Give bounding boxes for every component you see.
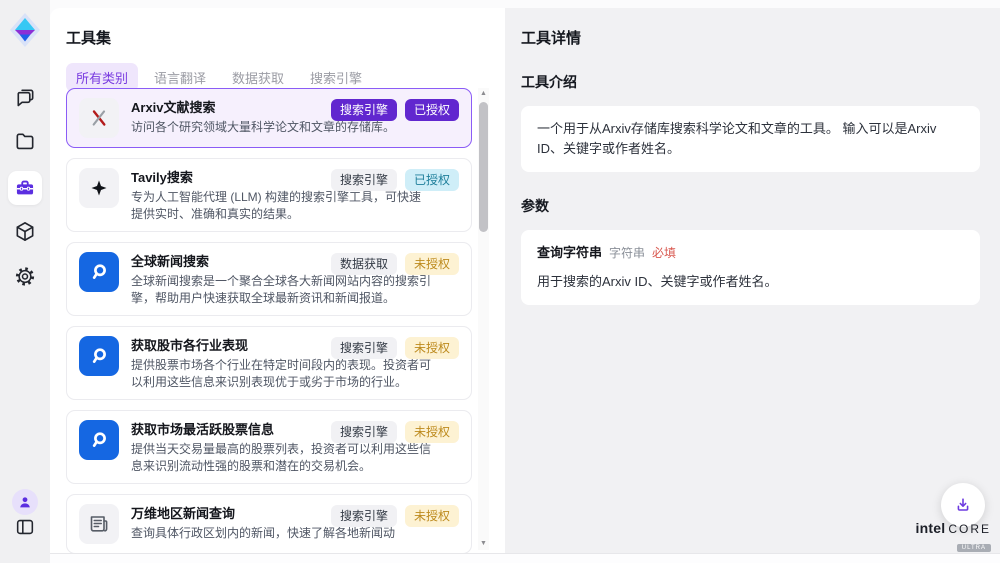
brand-ultra-badge: ULTRA xyxy=(957,544,991,552)
sidebar-item-panel-toggle[interactable] xyxy=(14,516,36,538)
icon-rail xyxy=(0,0,50,563)
param-card: 查询字符串 字符串 必填 用于搜索的Arxiv ID、关键字或作者姓名。 xyxy=(521,230,980,305)
tool-description: 查询具体行政区划内的新闻，快速了解各地新闻动 xyxy=(131,525,431,542)
news-blue-icon xyxy=(79,252,119,292)
user-icon xyxy=(17,494,33,510)
toolset-panel: 工具集 所有类别语言翻译数据获取搜索引擎 Arxiv文献搜索 访问各个研究领域大… xyxy=(50,8,505,553)
page-title: 工具集 xyxy=(50,8,505,48)
auth-status-badge: 未授权 xyxy=(405,505,459,527)
cube-icon xyxy=(14,220,37,243)
app-logo xyxy=(10,13,40,47)
diamond-logo-icon xyxy=(10,13,40,47)
category-badge: 搜索引擎 xyxy=(331,505,397,527)
intro-heading: 工具介绍 xyxy=(521,72,980,92)
category-badge: 搜索引擎 xyxy=(331,99,397,121)
category-badge: 搜索引擎 xyxy=(331,337,397,359)
arxiv-icon xyxy=(79,98,119,138)
avatar xyxy=(12,489,38,515)
download-icon xyxy=(953,495,973,515)
auth-status-badge: 未授权 xyxy=(405,421,459,443)
chat-icon xyxy=(14,86,37,109)
sidebar-item-settings[interactable] xyxy=(14,265,37,288)
params-heading: 参数 xyxy=(521,196,980,216)
param-type: 字符串 xyxy=(609,243,645,263)
tavily-icon xyxy=(79,168,119,208)
intel-core-logo: intel core ULTRA xyxy=(925,520,991,554)
tool-description: 提供股票市场各个行业在特定时间段内的表现。投资者可以利用这些信息来识别表现优于或… xyxy=(131,357,431,390)
brand-core-text: core xyxy=(948,522,991,536)
scrollbar-up-arrow[interactable]: ▲ xyxy=(478,88,489,100)
auth-status-badge: 未授权 xyxy=(405,253,459,275)
category-badge: 搜索引擎 xyxy=(331,421,397,443)
bottom-divider xyxy=(50,553,1000,563)
tool-description: 提供当天交易量最高的股票列表，投资者可以利用这些信息来识别流动性强的股票和潜在的… xyxy=(131,441,431,474)
brand-intel-text: intel xyxy=(916,520,946,536)
sidebar-item-tools-active[interactable] xyxy=(8,171,42,205)
detail-title: 工具详情 xyxy=(521,27,980,48)
tool-detail-panel: 工具详情 工具介绍 一个用于从Arxiv存储库搜索科学论文和文章的工具。 输入可… xyxy=(505,8,1000,553)
category-badge: 搜索引擎 xyxy=(331,169,397,191)
tool-description: 专为人工智能代理 (LLM) 构建的搜索引擎工具，可快速提供实时、准确和真实的结… xyxy=(131,189,431,222)
toolbox-icon xyxy=(14,177,36,199)
tool-card[interactable]: 全球新闻搜索 全球新闻搜索是一个聚合全球各大新闻网站内容的搜索引擎，帮助用户快速… xyxy=(66,242,472,316)
list-scrollbar[interactable]: ▲ ▼ xyxy=(478,88,489,550)
auth-status-badge: 已授权 xyxy=(405,169,459,191)
sidebar-toggle-icon xyxy=(14,516,36,538)
param-required-badge: 必填 xyxy=(652,243,676,263)
param-name: 查询字符串 xyxy=(537,243,602,263)
newspaper-icon xyxy=(79,504,119,544)
category-badge: 数据获取 xyxy=(331,253,397,275)
tool-list: Arxiv文献搜索 访问各个研究领域大量科学论文和文章的存储库。 搜索引擎 已授… xyxy=(66,88,472,555)
tool-description: 全球新闻搜索是一个聚合全球各大新闻网站内容的搜索引擎，帮助用户快速获取全球最新资… xyxy=(131,273,431,306)
tool-card[interactable]: Tavily搜索 专为人工智能代理 (LLM) 构建的搜索引擎工具，可快速提供实… xyxy=(66,158,472,232)
news-blue-icon xyxy=(79,336,119,376)
auth-status-badge: 已授权 xyxy=(405,99,459,121)
intro-card: 一个用于从Arxiv存储库搜索科学论文和文章的工具。 输入可以是Arxiv ID… xyxy=(521,106,980,172)
tool-card[interactable]: Arxiv文献搜索 访问各个研究领域大量科学论文和文章的存储库。 搜索引擎 已授… xyxy=(66,88,472,148)
scrollbar-thumb[interactable] xyxy=(479,102,488,232)
gear-icon xyxy=(14,265,37,288)
news-blue-icon xyxy=(79,420,119,460)
tool-card[interactable]: 获取市场最活跃股票信息 提供当天交易量最高的股票列表，投资者可以利用这些信息来识… xyxy=(66,410,472,484)
tool-card[interactable]: 获取股市各行业表现 提供股票市场各个行业在特定时间段内的表现。投资者可以利用这些… xyxy=(66,326,472,400)
intro-text: 一个用于从Arxiv存储库搜索科学论文和文章的工具。 输入可以是Arxiv ID… xyxy=(537,121,936,156)
sidebar-item-packages[interactable] xyxy=(14,220,37,243)
param-description: 用于搜索的Arxiv ID、关键字或作者姓名。 xyxy=(537,272,964,292)
sidebar-item-user[interactable] xyxy=(12,489,38,515)
folder-icon xyxy=(14,130,37,153)
tool-card[interactable]: 万维地区新闻查询 查询具体行政区划内的新闻，快速了解各地新闻动 搜索引擎 未授权 xyxy=(66,494,472,554)
auth-status-badge: 未授权 xyxy=(405,337,459,359)
tool-description: 访问各个研究领域大量科学论文和文章的存储库。 xyxy=(131,119,431,136)
scrollbar-down-arrow[interactable]: ▼ xyxy=(478,538,489,550)
sidebar-item-files[interactable] xyxy=(14,130,37,153)
sidebar-item-chat[interactable] xyxy=(14,86,37,109)
